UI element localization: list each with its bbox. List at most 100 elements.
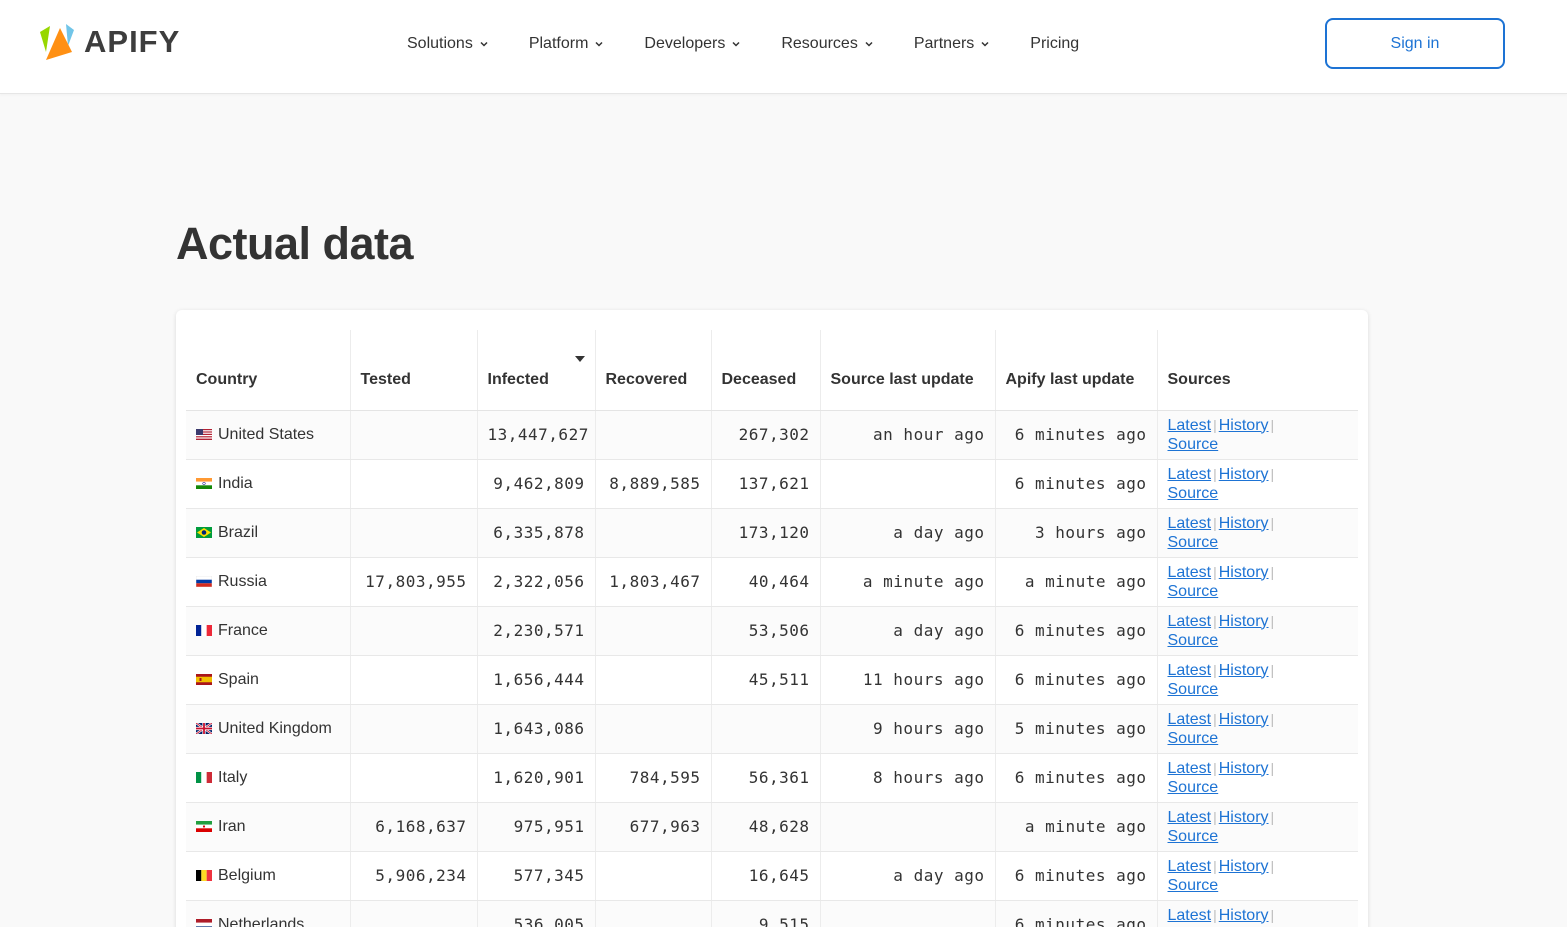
infected-cell: 2,230,571 (477, 606, 596, 656)
covid-data-table: Country Tested Infected Recovered Deceas… (186, 330, 1358, 927)
latest-link[interactable]: Latest (1168, 564, 1212, 581)
link-separator: | (1270, 612, 1275, 629)
latest-link[interactable]: Latest (1168, 515, 1212, 532)
latest-link[interactable]: Latest (1168, 858, 1212, 875)
link-separator: | (1270, 416, 1275, 433)
col-header-country[interactable]: Country (186, 330, 351, 411)
country-name: Russia (218, 573, 267, 590)
table-body: United States 13,447,627 267,302 an hour… (186, 410, 1358, 927)
apify-logo[interactable]: APIFY (38, 22, 180, 62)
chevron-down-icon (479, 39, 489, 49)
deceased-cell: 9,515 (711, 900, 821, 927)
country-name: United States (218, 426, 315, 443)
col-header-deceased[interactable]: Deceased (711, 330, 821, 411)
country-cell: United States (186, 410, 351, 460)
table-row: United Kingdom 1,643,086 9 hours ago 5 m… (186, 704, 1358, 754)
source-link[interactable]: Source (1168, 828, 1219, 845)
source-link[interactable]: Source (1168, 534, 1219, 551)
chevron-down-icon (864, 39, 874, 49)
source-last-update-cell: a day ago (820, 508, 996, 558)
latest-link[interactable]: Latest (1168, 760, 1212, 777)
latest-link[interactable]: Latest (1168, 613, 1212, 630)
history-link[interactable]: History (1219, 711, 1269, 728)
country-name: Italy (218, 769, 248, 786)
link-separator: | (1213, 710, 1217, 727)
latest-link[interactable]: Latest (1168, 662, 1212, 679)
source-link[interactable]: Source (1168, 681, 1219, 698)
source-link[interactable]: Source (1168, 877, 1219, 894)
link-separator: | (1213, 514, 1217, 531)
apify-logo-icon (40, 24, 74, 60)
sources-cell: Latest|History|Source (1157, 851, 1358, 901)
latest-link[interactable]: Latest (1168, 809, 1212, 826)
flag-gb-icon (195, 720, 213, 735)
sources-cell: Latest|History|Source (1157, 606, 1358, 656)
history-link[interactable]: History (1219, 809, 1269, 826)
table-row: Spain 1,656,444 45,511 11 hours ago 6 mi… (186, 655, 1358, 705)
tested-cell (350, 900, 478, 927)
link-separator: | (1270, 857, 1275, 874)
history-link[interactable]: History (1219, 466, 1269, 483)
history-link[interactable]: History (1219, 662, 1269, 679)
source-last-update-cell (820, 459, 996, 509)
history-link[interactable]: History (1219, 760, 1269, 777)
source-link[interactable]: Source (1168, 583, 1219, 600)
history-link[interactable]: History (1219, 613, 1269, 630)
apify-last-update-cell: 6 minutes ago (995, 655, 1158, 705)
nav-label: Pricing (1030, 35, 1080, 52)
table-row: Italy 1,620,901 784,595 56,361 8 hours a… (186, 753, 1358, 803)
table-row: Netherlands 536,005 9,515 6 minutes ago … (186, 900, 1358, 927)
source-link[interactable]: Source (1168, 779, 1219, 796)
nav-solutions[interactable]: Solutions (407, 35, 489, 53)
sign-in-button[interactable]: Sign in (1325, 18, 1505, 69)
tested-cell: 6,168,637 (350, 802, 478, 852)
source-link[interactable]: Source (1168, 632, 1219, 649)
col-header-label: Infected (487, 370, 549, 388)
latest-link[interactable]: Latest (1168, 907, 1212, 924)
tested-cell (350, 508, 478, 558)
col-header-recovered[interactable]: Recovered (595, 330, 712, 411)
flag-nl-icon (196, 916, 212, 927)
country-cell: Belgium (186, 851, 351, 901)
col-header-source-last-update[interactable]: Source last update (820, 330, 996, 411)
tested-cell (350, 655, 478, 705)
flag-fr-icon (196, 622, 212, 636)
history-link[interactable]: History (1219, 515, 1269, 532)
latest-link[interactable]: Latest (1168, 417, 1212, 434)
table-row: United States 13,447,627 267,302 an hour… (186, 410, 1358, 460)
source-link[interactable]: Source (1168, 730, 1219, 747)
latest-link[interactable]: Latest (1168, 466, 1212, 483)
table-row: Belgium 5,906,234 577,345 16,645 a day a… (186, 851, 1358, 901)
col-header-tested[interactable]: Tested (350, 330, 478, 411)
sources-cell: Latest|History|Source (1157, 900, 1358, 927)
history-link[interactable]: History (1219, 858, 1269, 875)
flag-be-icon (196, 867, 212, 881)
link-separator: | (1270, 661, 1275, 678)
source-last-update-cell (820, 900, 996, 927)
flag-es-icon (196, 671, 212, 685)
col-header-sources: Sources (1157, 330, 1358, 411)
nav-resources[interactable]: Resources (781, 35, 873, 53)
chevron-down-icon (980, 39, 990, 49)
flag-in-icon (196, 475, 212, 489)
nav-label: Solutions (407, 35, 473, 52)
apify-last-update-cell: 6 minutes ago (995, 900, 1158, 927)
history-link[interactable]: History (1219, 564, 1269, 581)
nav-platform[interactable]: Platform (529, 35, 605, 53)
recovered-cell: 1,803,467 (595, 557, 712, 607)
history-link[interactable]: History (1219, 907, 1269, 924)
main-nav: Solutions Platform Developers Resources … (407, 32, 1119, 56)
col-header-apify-last-update[interactable]: Apify last update (995, 330, 1158, 411)
link-separator: | (1270, 808, 1275, 825)
col-header-infected[interactable]: Infected (477, 330, 596, 411)
source-link[interactable]: Source (1168, 485, 1219, 502)
apify-last-update-cell: 6 minutes ago (995, 753, 1158, 803)
nav-partners[interactable]: Partners (914, 35, 990, 53)
history-link[interactable]: History (1219, 417, 1269, 434)
nav-developers[interactable]: Developers (644, 35, 741, 53)
nav-pricing[interactable]: Pricing (1030, 35, 1079, 53)
deceased-cell: 56,361 (711, 753, 821, 803)
source-link[interactable]: Source (1168, 436, 1219, 453)
flag-ir-icon (196, 818, 212, 832)
latest-link[interactable]: Latest (1168, 711, 1212, 728)
